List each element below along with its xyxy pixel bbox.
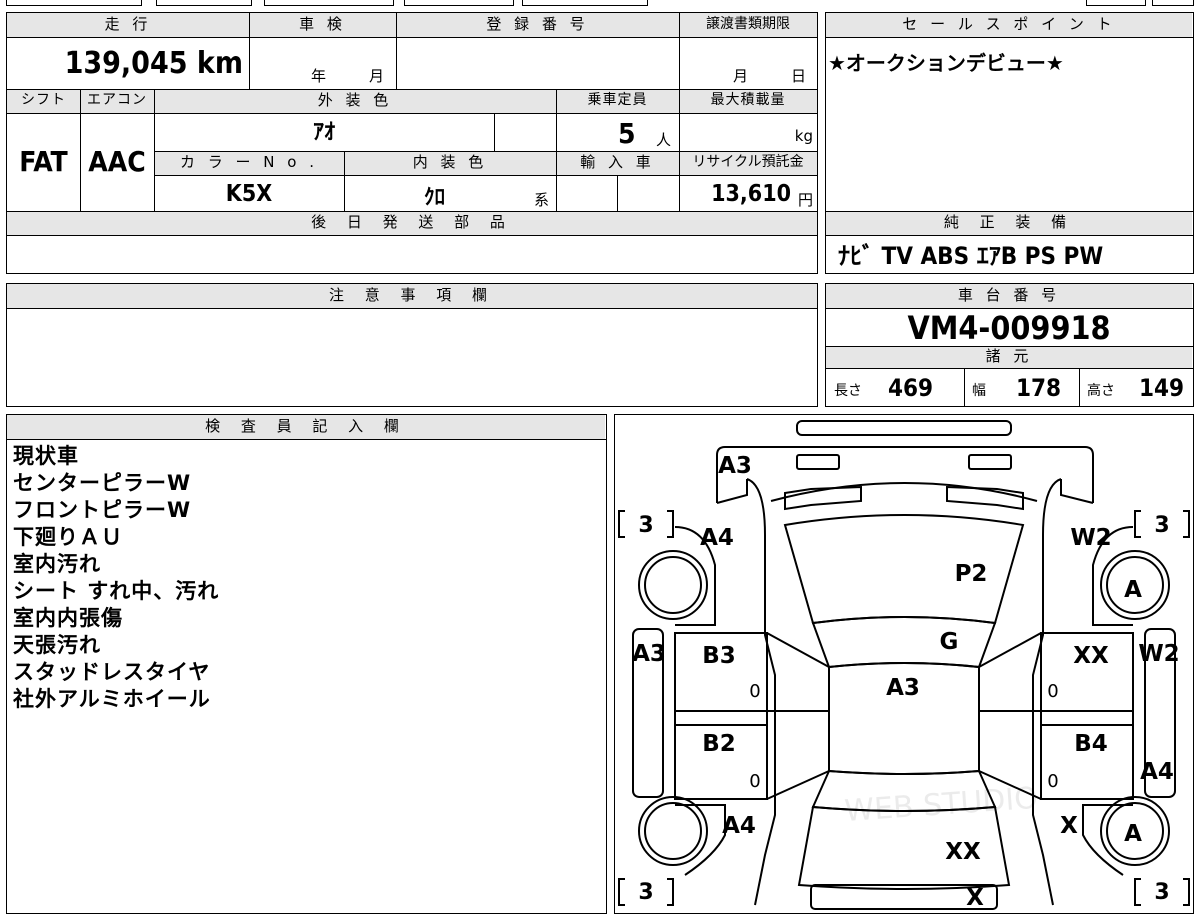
interior-color-label: 内 装 色 [344,151,556,175]
inspector-note: 室内汚れ [13,552,101,576]
caution-label: 注 意 事 項 欄 [7,284,817,308]
sales-point-label: セ ー ル ス ポ イ ン ト [826,13,1192,37]
import-label: 輸 入 車 [556,151,679,175]
mileage-value: 139,045 km [64,46,243,81]
max-load-value: kg [794,127,813,145]
mark-roof: A3 [886,675,920,701]
watermark: WEB STUDIO [843,781,1039,829]
tread-front-left: 3 [638,513,653,538]
inspector-note: スタッドレスタイヤ [13,660,211,684]
car-diagram-svg: WEB STUDIO 3 3 3 3 0 0 0 0 A3 A4 P2 W2 A… [618,420,1190,911]
tread-rear-right: 3 [1154,880,1169,905]
inspector-note: フロントピラーW [13,498,192,522]
capacity-label: 乗車定員 [556,89,679,113]
exterior-color-label: 外 装 色 [154,89,556,113]
later-parts-label: 後 日 発 送 部 品 [7,211,817,235]
mark-right-rear-door: B4 [1074,731,1108,757]
mark-front-right-wheel: A [1124,577,1142,603]
door-zero-4: 0 [1047,771,1058,792]
mark-rear-bumper: A3 [718,453,752,479]
inspection-label: 車 検 [249,13,396,37]
shift-value: FAT [19,145,68,178]
inspector-panel: 検 査 員 記 入 欄 現状車 センターピラーW フロントピラーW 下廻りＡＵ … [6,414,607,914]
mark-right-front-pillar: W2 [1138,641,1179,667]
later-parts-value [7,235,817,273]
mark-front-left-fender: A4 [700,525,734,551]
shift-label: シフト [7,89,80,113]
transfer-deadline-value: 月 日 [733,67,807,85]
inspector-note: シート すれ中、汚れ [13,579,220,603]
inspector-notes: 現状車 センターピラーW フロントピラーW 下廻りＡＵ 室内汚れ シート すれ中… [13,443,603,713]
inspector-note: センターピラーW [13,471,192,495]
caution-value [11,312,811,402]
inspector-note: 下廻りＡＵ [13,525,123,549]
registration-label: 登 録 番 号 [396,13,679,37]
registration-value [396,37,679,89]
chassis-number-value: VM4-009918 [907,309,1111,347]
color-no-label: カ ラ ー N o . [154,151,344,175]
color-no-value: K5X [225,181,273,207]
damage-diagram: WEB STUDIO 3 3 3 3 0 0 0 0 A3 A4 P2 W2 A… [614,414,1194,914]
mark-left-front-pillar: A3 [632,641,666,667]
mark-right-rear-panel: A4 [1140,759,1174,785]
aircon-value: AAC [88,145,146,178]
mark-left-rear-fender: A4 [722,813,756,839]
interior-color-value: ｸﾛ 系 [424,185,550,209]
mark-right-rear-fender: X [1060,813,1078,839]
specs-label: 諸 元 [826,346,1192,368]
equipment-value: ﾅﾋﾞ TV ABS ｴｱB PS PW [838,242,1104,270]
mark-front-right-fender: W2 [1070,525,1111,551]
mileage-label: 走 行 [7,13,249,37]
mark-windshield: G [940,629,959,655]
sales-point-text: ★オークションデビュー★ [828,51,1064,75]
spec-width: 幅 178 [972,374,1062,402]
inspector-note: 社外アルミホイール [13,687,211,711]
door-zero-2: 0 [1047,681,1058,702]
mark-rear-right-wheel: A [1124,821,1142,847]
tread-front-right: 3 [1154,513,1169,538]
max-load-label: 最大積載量 [679,89,817,113]
mark-right-front-door: XX [1073,643,1109,669]
inspector-note: 室内内張傷 [13,606,123,630]
exterior-color-extra [494,113,556,151]
chassis-number-label: 車 台 番 号 [826,284,1192,308]
equipment-label: 純 正 装 備 [826,211,1192,235]
inspector-note: 現状車 [13,444,79,468]
mark-hood: P2 [955,561,988,587]
recycle-fee-label: リサイクル預託金 [679,151,817,175]
mark-rear-center: X [966,885,984,911]
transfer-deadline-label: 譲渡書類期限 [679,13,817,37]
inspector-note: 天張汚れ [13,633,101,657]
inspection-value: 年 月 [311,67,385,85]
exterior-color-value: ｱｵ [312,120,335,145]
tread-rear-left: 3 [638,880,653,905]
mark-left-front-door: B3 [702,643,736,669]
vehicle-info-table: 走 行 車 検 登 録 番 号 譲渡書類期限 139,045 km 年 月 月 … [6,12,818,274]
sales-point-panel: セ ー ル ス ポ イ ン ト ★オークションデビュー★ 純 正 装 備 ﾅﾋﾞ… [825,12,1194,274]
capacity-value: 5 人 [618,117,672,150]
aircon-label: エアコン [80,89,154,113]
door-zero-3: 0 [749,771,760,792]
top-strip [6,0,1194,6]
caution-panel: 注 意 事 項 欄 [6,283,818,407]
spec-height: 高さ 149 [1087,374,1185,402]
chassis-panel: 車 台 番 号 VM4-009918 諸 元 長さ 469 幅 178 高さ 1… [825,283,1194,407]
mark-left-rear-door: B2 [702,731,736,757]
door-zero-1: 0 [749,681,760,702]
spec-length: 長さ 469 [834,374,934,402]
inspector-label: 検 査 員 記 入 欄 [7,415,605,439]
recycle-fee-value: 13,610 円 [711,181,813,209]
mark-trunk: XX [945,839,981,865]
